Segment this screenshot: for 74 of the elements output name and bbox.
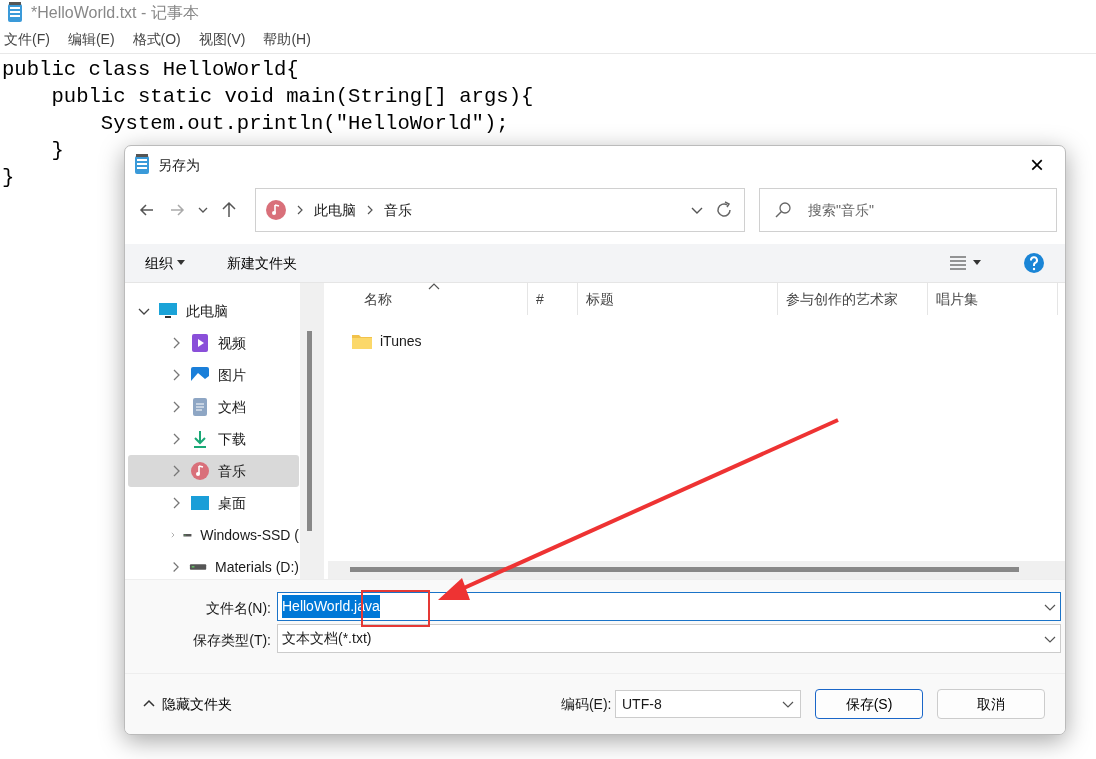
encoding-dropdown[interactable]: UTF-8	[615, 690, 801, 718]
video-icon	[190, 333, 210, 353]
list-view-icon	[950, 256, 966, 270]
code-line: public static void main(String[] args){	[50, 84, 534, 110]
tree-item-label: 图片	[218, 365, 246, 385]
new-folder-button[interactable]: 新建文件夹	[220, 250, 303, 276]
tree-item[interactable]: Materials (D:)	[128, 551, 299, 583]
tree-item-label: 文档	[218, 397, 246, 417]
tree-item-label: 下载	[218, 429, 246, 449]
code-line: System.out.println("HelloWorld");	[99, 111, 509, 137]
tree-item[interactable]: 文档	[128, 391, 299, 423]
search-input[interactable]: 搜索"音乐"	[806, 198, 1042, 222]
column-header[interactable]: #	[528, 283, 578, 315]
search-icon	[774, 201, 792, 219]
drive-icon	[188, 563, 207, 571]
code-line: public class HelloWorld{	[2, 57, 299, 83]
breadcrumb-item[interactable]: 音乐	[384, 199, 412, 221]
tree-item[interactable]: Windows-SSD (	[128, 519, 299, 551]
breadcrumb-item[interactable]: 此电脑	[314, 199, 356, 221]
tree-item-label: 桌面	[218, 493, 246, 513]
notepad-icon	[6, 2, 24, 24]
column-header[interactable]: 参与创作的艺术家	[778, 283, 928, 315]
scrollbar-thumb[interactable]	[350, 567, 1019, 572]
window-title: *HelloWorld.txt - 记事本	[31, 3, 199, 23]
document-icon	[190, 397, 210, 417]
tree-item[interactable]: 音乐	[128, 455, 299, 487]
tree-item[interactable]: 图片	[128, 359, 299, 391]
notepad-icon	[133, 154, 151, 176]
tree-item-label: 音乐	[218, 461, 246, 481]
caret-icon	[973, 260, 981, 266]
scrollbar-thumb[interactable]	[307, 331, 312, 531]
menu-item[interactable]: 编辑(E)	[67, 23, 115, 56]
organize-button[interactable]: 组织	[139, 250, 191, 276]
code-line: }	[2, 165, 15, 191]
tree-item[interactable]: 下载	[128, 423, 299, 455]
save-button[interactable]: 保存(S)	[815, 689, 923, 719]
menu-item[interactable]: 视图(V)	[198, 23, 246, 56]
tree-item[interactable]: 桌面	[128, 487, 299, 519]
dialog-title: 另存为	[158, 155, 201, 175]
tree-item-label: 视频	[218, 333, 246, 353]
chevron-right-icon	[366, 204, 374, 216]
sort-caret-icon	[427, 283, 440, 290]
tree-item-label: 此电脑	[186, 301, 228, 321]
caret-icon	[176, 260, 185, 266]
music-note-icon	[190, 461, 210, 481]
tree-item-label: Windows-SSD (	[200, 525, 299, 545]
help-icon[interactable]	[1023, 252, 1045, 275]
hide-folders-button[interactable]: 隐藏文件夹	[137, 692, 238, 716]
code-line: }	[50, 138, 64, 164]
monitor-icon	[158, 301, 178, 321]
file-type-dropdown[interactable]: 文本文档(*.txt)	[277, 624, 1061, 653]
music-note-icon	[266, 200, 286, 220]
cancel-button[interactable]: 取消	[937, 689, 1045, 719]
tree-item[interactable]: 此电脑	[128, 295, 299, 327]
file-item[interactable]: iTunes	[328, 325, 1065, 357]
search-field[interactable]: 搜索"音乐"	[759, 188, 1057, 232]
chevron-right-icon	[296, 204, 304, 216]
address-bar[interactable]: 此电脑 音乐	[255, 188, 745, 232]
desktop-icon	[190, 493, 210, 513]
column-header[interactable]: 名称	[328, 283, 528, 315]
refresh-icon	[714, 200, 734, 220]
tree-item-label: Materials (D:)	[215, 557, 299, 577]
field-label: 文件名(N):	[204, 598, 272, 618]
menu-item[interactable]: 文件(F)	[4, 23, 50, 56]
picture-icon	[190, 365, 210, 385]
tree-item[interactable]: 视频	[128, 327, 299, 359]
field-label: 保存类型(T):	[192, 630, 272, 650]
encoding-label: 编码(E):	[560, 694, 612, 714]
menu-item[interactable]: 帮助(H)	[263, 23, 311, 56]
menu-item[interactable]: 格式(O)	[132, 23, 181, 56]
column-header[interactable]: 唱片集	[928, 283, 1058, 315]
close-button[interactable]: ×	[1017, 149, 1057, 181]
folder-icon	[352, 333, 372, 349]
column-header[interactable]: 标题	[578, 283, 778, 315]
